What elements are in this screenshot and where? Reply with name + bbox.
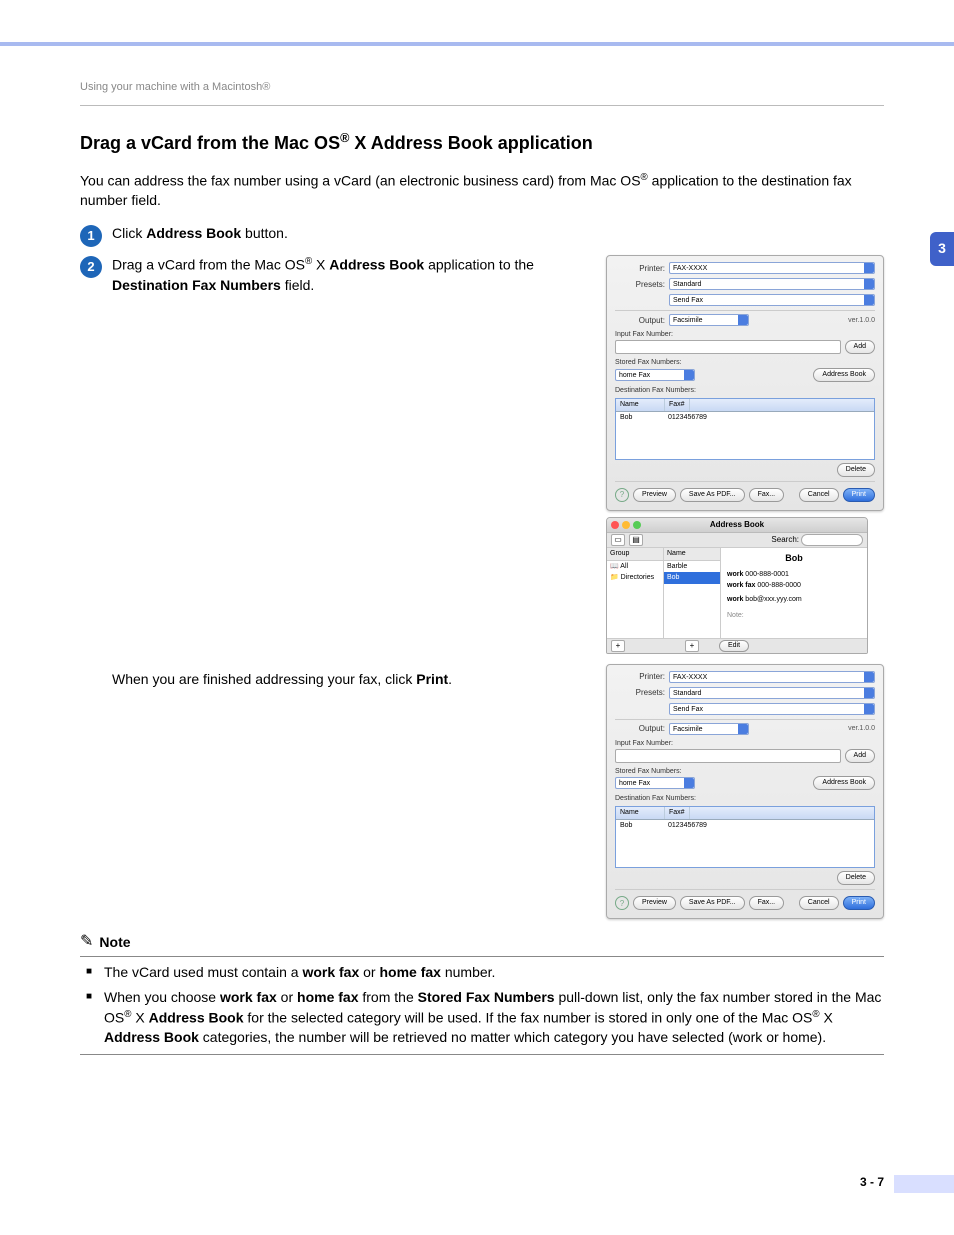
- step-badge-1: 1: [80, 225, 102, 247]
- name-barble[interactable]: Barble: [664, 561, 720, 573]
- presets-select-2[interactable]: Standard: [669, 687, 875, 699]
- add-button[interactable]: Add: [845, 340, 875, 354]
- page-top-rule: [0, 42, 954, 46]
- sendfax-dialog-2: Printer:FAX-XXXX Presets:Standard Send F…: [606, 664, 884, 919]
- cancel-button-2[interactable]: Cancel: [799, 896, 839, 910]
- edit-button[interactable]: Edit: [719, 640, 749, 652]
- step1-bold: Address Book: [146, 225, 241, 241]
- step-badge-2: 2: [80, 256, 102, 278]
- chapter-tab-badge: 3: [930, 232, 954, 266]
- group-all[interactable]: 📖 All: [607, 561, 663, 573]
- search-label: Search:: [771, 534, 799, 545]
- preview-button[interactable]: Preview: [633, 488, 676, 502]
- presets-select[interactable]: Standard: [669, 278, 875, 290]
- note-block: ✎ Note The vCard used must contain a wor…: [80, 931, 884, 1054]
- lbl-printer: Printer:: [615, 263, 665, 274]
- pane-select[interactable]: Send Fax: [669, 294, 875, 306]
- preview-button-2[interactable]: Preview: [633, 896, 676, 910]
- intro-paragraph: You can address the fax number using a v…: [80, 171, 884, 211]
- step2-bold1: Address Book: [329, 257, 424, 273]
- delete-button-2[interactable]: Delete: [837, 871, 875, 885]
- output-select[interactable]: Facsimile: [669, 314, 749, 326]
- inputfax-field[interactable]: [615, 340, 841, 354]
- stored-select-2[interactable]: home Fax: [615, 777, 695, 789]
- addressbook-button-2[interactable]: Address Book: [813, 776, 875, 790]
- lbl-inputfax: Input Fax Number:: [615, 330, 875, 340]
- version-label: ver.1.0.0: [848, 316, 875, 326]
- td-name: Bob: [616, 412, 664, 424]
- stored-select[interactable]: home Fax: [615, 369, 695, 381]
- contact-card: Bob work 000-888-0001 work fax 000-888-0…: [721, 548, 867, 638]
- name-bob[interactable]: Bob: [664, 572, 720, 584]
- help-icon[interactable]: ?: [615, 488, 629, 502]
- note-bullet-1: The vCard used must contain a work fax o…: [80, 963, 884, 983]
- footer-accent: [894, 1175, 954, 1193]
- step2-bold2: Destination Fax Numbers: [112, 277, 281, 293]
- note-title: Note: [99, 933, 130, 953]
- breadcrumb: Using your machine with a Macintosh®: [80, 80, 884, 95]
- lbl-presets: Presets:: [615, 279, 665, 290]
- note-rule-bottom: [80, 1054, 884, 1055]
- fax-button-2[interactable]: Fax...: [749, 896, 785, 910]
- page-title: Drag a vCard from the Mac OS® X Address …: [80, 130, 884, 156]
- step2-post: field.: [281, 277, 314, 293]
- step2-mid2: application to the: [424, 257, 534, 273]
- savepdf-button-2[interactable]: Save As PDF...: [680, 896, 745, 910]
- dest-table-2[interactable]: NameFax# Bob0123456789: [615, 806, 875, 868]
- step-2: 2 Drag a vCard from the Mac OS® X Addres…: [80, 255, 588, 295]
- dest-table[interactable]: NameFax# Bob0123456789: [615, 398, 875, 460]
- delete-button[interactable]: Delete: [837, 463, 875, 477]
- add-button-2[interactable]: Add: [845, 749, 875, 763]
- td-fax: 0123456789: [664, 412, 711, 424]
- add-contact-button[interactable]: +: [685, 640, 699, 652]
- lbl-stored: Stored Fax Numbers:: [615, 358, 875, 368]
- col-name: Name: [664, 548, 720, 561]
- add-group-button[interactable]: +: [611, 640, 625, 652]
- addressbook-button[interactable]: Address Book: [813, 368, 875, 382]
- step-1: 1 Click Address Book button.: [80, 224, 884, 247]
- fax-button[interactable]: Fax...: [749, 488, 785, 502]
- step2-pre: Drag a vCard from the Mac OS: [112, 257, 305, 273]
- card-name: Bob: [727, 552, 861, 565]
- th-fax: Fax#: [665, 399, 690, 411]
- pane-select-2[interactable]: Send Fax: [669, 703, 875, 715]
- search-input[interactable]: [801, 534, 863, 546]
- print-button[interactable]: Print: [843, 488, 875, 502]
- page-number: 3 - 7: [860, 1174, 884, 1191]
- step1-post: button.: [241, 225, 288, 241]
- group-directories[interactable]: 📁 Directories: [607, 572, 663, 584]
- finish-instruction: When you are finished addressing your fa…: [112, 670, 588, 690]
- view-toggle-1[interactable]: ▭: [611, 534, 625, 546]
- view-toggle-2[interactable]: ▤: [629, 534, 643, 546]
- note-icon: ✎: [80, 931, 93, 953]
- printer-select[interactable]: FAX-XXXX: [669, 262, 875, 274]
- step2-mid: X: [312, 257, 329, 273]
- savepdf-button[interactable]: Save As PDF...: [680, 488, 745, 502]
- help-icon-2[interactable]: ?: [615, 896, 629, 910]
- print-button-2[interactable]: Print: [843, 896, 875, 910]
- ab-title: Address Book: [607, 519, 867, 530]
- lbl-dest: Destination Fax Numbers:: [615, 386, 875, 396]
- col-group: Group: [607, 548, 663, 561]
- note-bullet-2: When you choose work fax or home fax fro…: [80, 988, 884, 1047]
- printer-select-2[interactable]: FAX-XXXX: [669, 671, 875, 683]
- sendfax-dialog-1: Printer: FAX-XXXX Presets: Standard Send F…: [606, 255, 884, 510]
- inputfax-field-2[interactable]: [615, 749, 841, 763]
- output-select-2[interactable]: Facsimile: [669, 723, 749, 735]
- th-name: Name: [616, 399, 665, 411]
- cancel-button[interactable]: Cancel: [799, 488, 839, 502]
- addressbook-window: Address Book ▭ ▤ Search: Group 📖 All 📁 D…: [606, 517, 868, 654]
- step1-pre: Click: [112, 225, 146, 241]
- lbl-output: Output:: [615, 315, 665, 326]
- note-rule: [80, 956, 884, 957]
- section-rule: [80, 105, 884, 106]
